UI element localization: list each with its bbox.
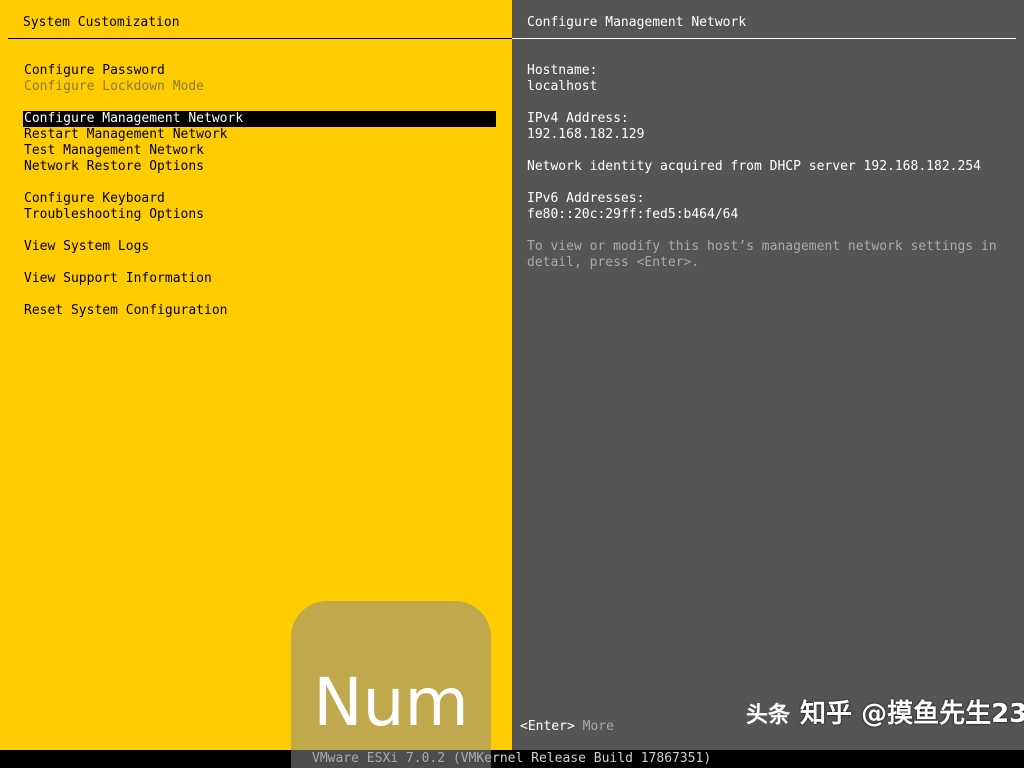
panel-title: System Customization bbox=[23, 15, 180, 30]
menu-item-view-system-logs[interactable]: View System Logs bbox=[23, 239, 496, 255]
network-details: Hostname: localhost IPv4 Address: 192.16… bbox=[527, 63, 1017, 271]
watermark-brand: 头条 bbox=[746, 703, 791, 728]
menu-item-configure-management-network[interactable]: Configure Management Network bbox=[23, 111, 496, 127]
status-bar: VMware ESXi 7.0.2 (VMKernel Release Buil… bbox=[0, 750, 1024, 768]
menu-spacer bbox=[23, 255, 496, 271]
menu-item-configure-lockdown-mode[interactable]: Configure Lockdown Mode bbox=[23, 79, 496, 95]
watermark: 头条知乎 @摸鱼先生2333 @小汞汞 bbox=[746, 701, 1024, 728]
menu-item-reset-system-configuration[interactable]: Reset System Configuration bbox=[23, 303, 496, 319]
menu-spacer bbox=[23, 223, 496, 239]
ipv6-label: IPv6 Addresses: bbox=[527, 191, 645, 206]
menu-spacer bbox=[23, 95, 496, 111]
menu-item-troubleshooting-options[interactable]: Troubleshooting Options bbox=[23, 207, 496, 223]
ipv4-label: IPv4 Address: bbox=[527, 111, 629, 126]
details-panel: Configure Management Network Hostname: l… bbox=[512, 0, 1024, 750]
menu-item-restart-management-network[interactable]: Restart Management Network bbox=[23, 127, 496, 143]
esxi-dcui-screen: System Customization Configure Password C… bbox=[0, 0, 1024, 768]
ipv6-value: fe80::20c:29ff:fed5:b464/64 bbox=[527, 207, 739, 222]
menu-spacer bbox=[23, 175, 496, 191]
num-lock-label: Num bbox=[313, 664, 469, 741]
menu-item-view-support-information[interactable]: View Support Information bbox=[23, 271, 496, 287]
watermark-handle: 知乎 @摸鱼先生2333 @小汞汞 bbox=[800, 699, 1024, 729]
dhcp-note: Network identity acquired from DHCP serv… bbox=[527, 159, 981, 174]
menu-item-configure-password[interactable]: Configure Password bbox=[23, 63, 496, 79]
customization-menu: Configure Password Configure Lockdown Mod… bbox=[23, 63, 496, 319]
menu-item-test-management-network[interactable]: Test Management Network bbox=[23, 143, 496, 159]
menu-item-configure-keyboard[interactable]: Configure Keyboard bbox=[23, 191, 496, 207]
title-divider bbox=[8, 38, 512, 39]
details-title: Configure Management Network bbox=[527, 15, 747, 30]
ipv4-value: 192.168.182.129 bbox=[527, 127, 645, 142]
menu-item-network-restore-options[interactable]: Network Restore Options bbox=[23, 159, 496, 175]
hostname-value: localhost bbox=[527, 79, 598, 94]
num-lock-indicator: Num bbox=[291, 601, 491, 768]
more-action-label: More bbox=[582, 719, 614, 734]
hostname-label: Hostname: bbox=[527, 63, 598, 78]
details-divider bbox=[512, 38, 1016, 39]
menu-spacer bbox=[23, 287, 496, 303]
key-hint-footer[interactable]: <Enter> More bbox=[520, 719, 614, 735]
help-text: To view or modify this host’s management… bbox=[527, 239, 997, 270]
enter-key-label[interactable]: <Enter> bbox=[520, 719, 575, 734]
